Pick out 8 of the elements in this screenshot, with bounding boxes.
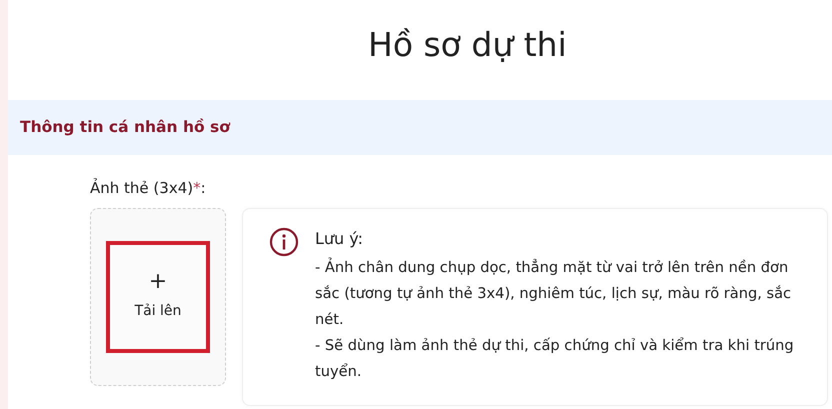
note-text: - Ảnh chân dung chụp dọc, thẳng mặt từ vai trở lên trên nền đơn sắc (tương tự ảnh thẻ 3x4), nghiêm túc, lịch sự, màu rõ ràng, sắc nét. <box>315 256 792 330</box>
upload-button[interactable]: + Tải lên <box>106 240 210 352</box>
section-title: Thông tin cá nhân hồ sơ <box>20 116 230 138</box>
note-text: - Sẽ dùng làm ảnh thẻ dự thi, cấp chứng chỉ và kiểm tra khi trúng tuyển. <box>315 336 795 382</box>
note-title: Lưu ý: <box>315 228 364 250</box>
field-label: Ảnh thẻ (3x4)*: <box>90 179 206 197</box>
info-icon <box>269 226 299 256</box>
page-title: Hồ sơ dự thi <box>368 24 567 66</box>
